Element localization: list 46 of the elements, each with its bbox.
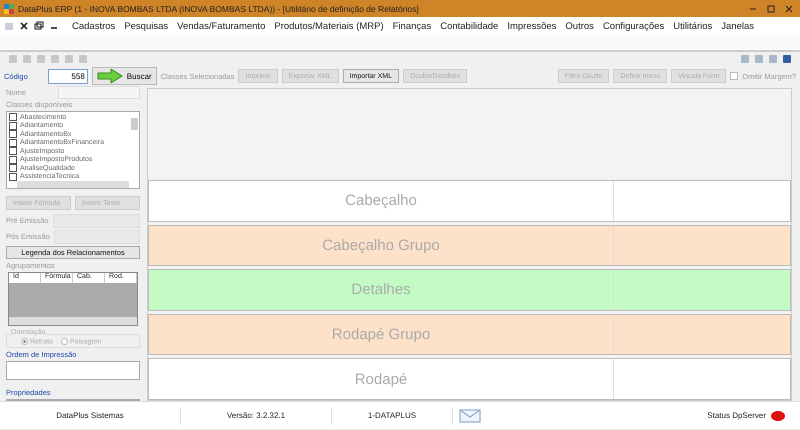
menu-item[interactable]: Impressões [507, 20, 556, 32]
print-order-list[interactable] [6, 361, 140, 380]
server-status-label: Status DpServer [707, 411, 766, 420]
menu-item[interactable]: Configurações [602, 20, 664, 32]
envelope-icon[interactable] [459, 408, 481, 422]
horizontal-scrollbar[interactable] [17, 181, 129, 188]
band-title: Rodapé [149, 359, 614, 399]
menu-item[interactable]: Produtos/Materiais (MRP) [274, 20, 384, 32]
status-light-icon [770, 410, 786, 422]
class-checkbox[interactable] [9, 147, 17, 156]
band-title: Rodapé Grupo [149, 314, 614, 354]
class-checkbox[interactable] [9, 156, 17, 164]
class-checkbox[interactable] [9, 113, 17, 122]
band-title: Cabeçalho Grupo [149, 226, 614, 266]
search-button[interactable]: Buscar [92, 67, 157, 85]
menu-item[interactable]: Janelas [721, 20, 754, 32]
menu-item[interactable]: Utilitários [673, 20, 712, 32]
app-logo-icon [4, 4, 14, 14]
class-checkbox[interactable] [9, 172, 17, 181]
user-text: 1-DATAPLUS [332, 406, 453, 424]
orientation-radio[interactable] [21, 338, 28, 344]
menu-item[interactable]: Outros [565, 20, 594, 32]
scrollbar-thumb[interactable] [131, 118, 138, 130]
arrow-icon [96, 69, 123, 83]
horizontal-scrollbar[interactable] [9, 317, 137, 326]
band-title: Detalhes [149, 270, 614, 310]
properties-panel[interactable] [6, 398, 140, 401]
orientation-radio[interactable] [60, 338, 68, 344]
menu-item[interactable]: Contabilidade [440, 20, 498, 32]
class-checkbox[interactable] [9, 130, 17, 138]
class-checkbox[interactable] [9, 164, 17, 172]
menu-item[interactable]: Vendas/Faturamento [177, 20, 266, 32]
version-text: Versão: 3.2.32.1 [181, 406, 332, 424]
omit-margin-checkbox[interactable] [730, 72, 738, 80]
band-title: Cabeçalho [149, 181, 614, 221]
code-field[interactable]: 558 [48, 68, 88, 84]
menu-item[interactable]: Pesquisas [124, 20, 168, 32]
window-title: DataPlus ERP (1 - INOVA BOMBAS LTDA (INOVA BOMBAS LTDA)) - [Utilitário de definição de Relatórios] [18, 4, 419, 14]
name-field[interactable] [58, 86, 140, 98]
restore-icon[interactable] [34, 21, 44, 31]
close-icon[interactable] [19, 21, 29, 31]
menu-item[interactable]: Cadastros [72, 20, 116, 32]
company-name: DataPlus Sistemas [0, 406, 181, 424]
class-checkbox[interactable] [9, 122, 17, 130]
class-checkbox[interactable] [9, 138, 17, 147]
menu-item[interactable]: Finanças [392, 20, 432, 32]
